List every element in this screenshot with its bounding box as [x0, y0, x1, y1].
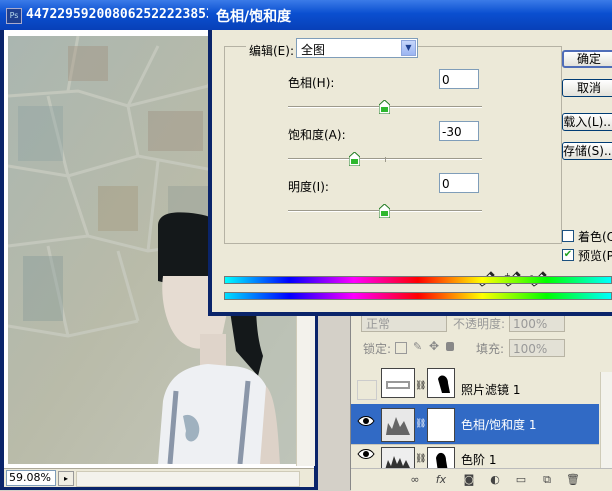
output-color-spectrum [224, 292, 612, 300]
eye-icon[interactable] [357, 414, 377, 432]
adjustment-icon[interactable]: ◐ [487, 472, 503, 488]
cancel-button[interactable]: 取消 [562, 79, 612, 97]
mask-icon[interactable]: ◙ [461, 472, 477, 488]
group-icon[interactable]: ▭ [513, 472, 529, 488]
colorize-label: 着色(O) [578, 230, 612, 244]
adjustment-thumbnail [381, 368, 415, 398]
ok-button[interactable]: 确定 [562, 50, 612, 68]
status-menu-button[interactable]: ▸ [58, 471, 74, 486]
hue-label: 色相(H): [288, 76, 335, 90]
chain-icon: ⛓ [415, 419, 427, 429]
layers-scrollbar[interactable] [600, 372, 612, 472]
colorize-checkbox[interactable] [562, 230, 574, 242]
preview-checkbox[interactable]: ✔ [562, 249, 574, 261]
chain-icon: ⛓ [415, 454, 427, 464]
saturation-value-field[interactable]: -30 [439, 121, 479, 141]
document-status-bar: 59.08% ▸ [4, 468, 314, 487]
lock-label: 锁定: [363, 342, 392, 356]
dialog-body: 编辑(E): 全图 ▼ 色相(H): 0 饱和度(A): -30 明度(I): … [212, 30, 612, 312]
blend-mode-select[interactable]: 正常 [361, 314, 447, 332]
lock-row: 锁定: ✎ ✥ 填充: 100% [351, 338, 612, 358]
chain-icon: ⛓ [415, 381, 427, 391]
lightness-slider-thumb[interactable] [378, 203, 391, 219]
dialog-title: 色相/饱和度 [216, 9, 292, 25]
layer-name: 照片滤镜 1 [461, 383, 521, 397]
eye-icon[interactable] [357, 447, 377, 465]
dialog-titlebar[interactable]: 色相/饱和度 [208, 0, 612, 30]
opacity-field[interactable]: 100% [509, 314, 565, 332]
edit-label: 编辑(E): [246, 42, 297, 59]
photoshop-app-icon: Ps [6, 8, 22, 24]
lock-transparent-icon[interactable] [395, 342, 407, 354]
document-horizontal-scrollbar[interactable] [76, 471, 300, 487]
link-icon[interactable]: ∞ [407, 472, 423, 488]
preview-label: 预览(P) [578, 249, 612, 263]
fx-icon[interactable]: fx [433, 472, 449, 488]
new-layer-icon[interactable]: ⧉ [539, 472, 555, 488]
edit-channel-select[interactable]: 全图 ▼ [296, 38, 418, 58]
save-button[interactable]: 存储(S)... [562, 142, 612, 160]
layer-name: 色相/饱和度 1 [461, 418, 537, 432]
layers-footer: ∞ fx ◙ ◐ ▭ ⧉ 🗑 [351, 468, 612, 491]
edit-channel-value: 全图 [301, 43, 326, 57]
hue-slider-thumb[interactable] [378, 99, 391, 115]
load-button[interactable]: 载入(L)... [562, 113, 612, 131]
zoom-level-field[interactable]: 59.08% [6, 470, 56, 486]
trash-icon[interactable]: 🗑 [565, 472, 581, 488]
lightness-value-field[interactable]: 0 [439, 173, 479, 193]
hue-saturation-dialog: 色相/饱和度 编辑(E): 全图 ▼ 色相(H): 0 饱和度(A): -30 … [208, 0, 612, 316]
lightness-label: 明度(I): [288, 180, 329, 194]
opacity-label: 不透明度: [453, 317, 506, 331]
lock-all-icon[interactable] [446, 342, 454, 351]
mask-thumbnail [427, 408, 455, 442]
saturation-center-tick [385, 157, 386, 162]
layer-row[interactable]: ⛓ 色相/饱和度 1 [351, 404, 599, 445]
mask-thumbnail [427, 368, 455, 398]
visibility-toggle[interactable] [357, 380, 377, 400]
input-color-spectrum [224, 276, 612, 284]
layer-name: 色阶 1 [461, 453, 497, 467]
chevron-down-icon[interactable]: ▼ [401, 40, 416, 56]
lock-move-icon[interactable]: ✥ [429, 339, 439, 353]
saturation-label: 饱和度(A): [288, 128, 346, 142]
layer-row[interactable]: ⛓ 照片滤镜 1 [351, 368, 599, 405]
layers-panel: 正常 不透明度: 100% 锁定: ✎ ✥ 填充: 100% ⛓ 照片滤镜 1 … [350, 312, 612, 491]
saturation-slider-thumb[interactable] [348, 151, 361, 167]
hue-saturation-thumbnail [381, 408, 415, 442]
document-title: 4472295920080625222238535 [26, 7, 222, 22]
adjustment-group-box [224, 46, 562, 244]
lock-brush-icon[interactable]: ✎ [413, 340, 422, 353]
hue-value-field[interactable]: 0 [439, 69, 479, 89]
fill-label: 填充: [476, 342, 505, 356]
fill-field[interactable]: 100% [509, 339, 565, 357]
